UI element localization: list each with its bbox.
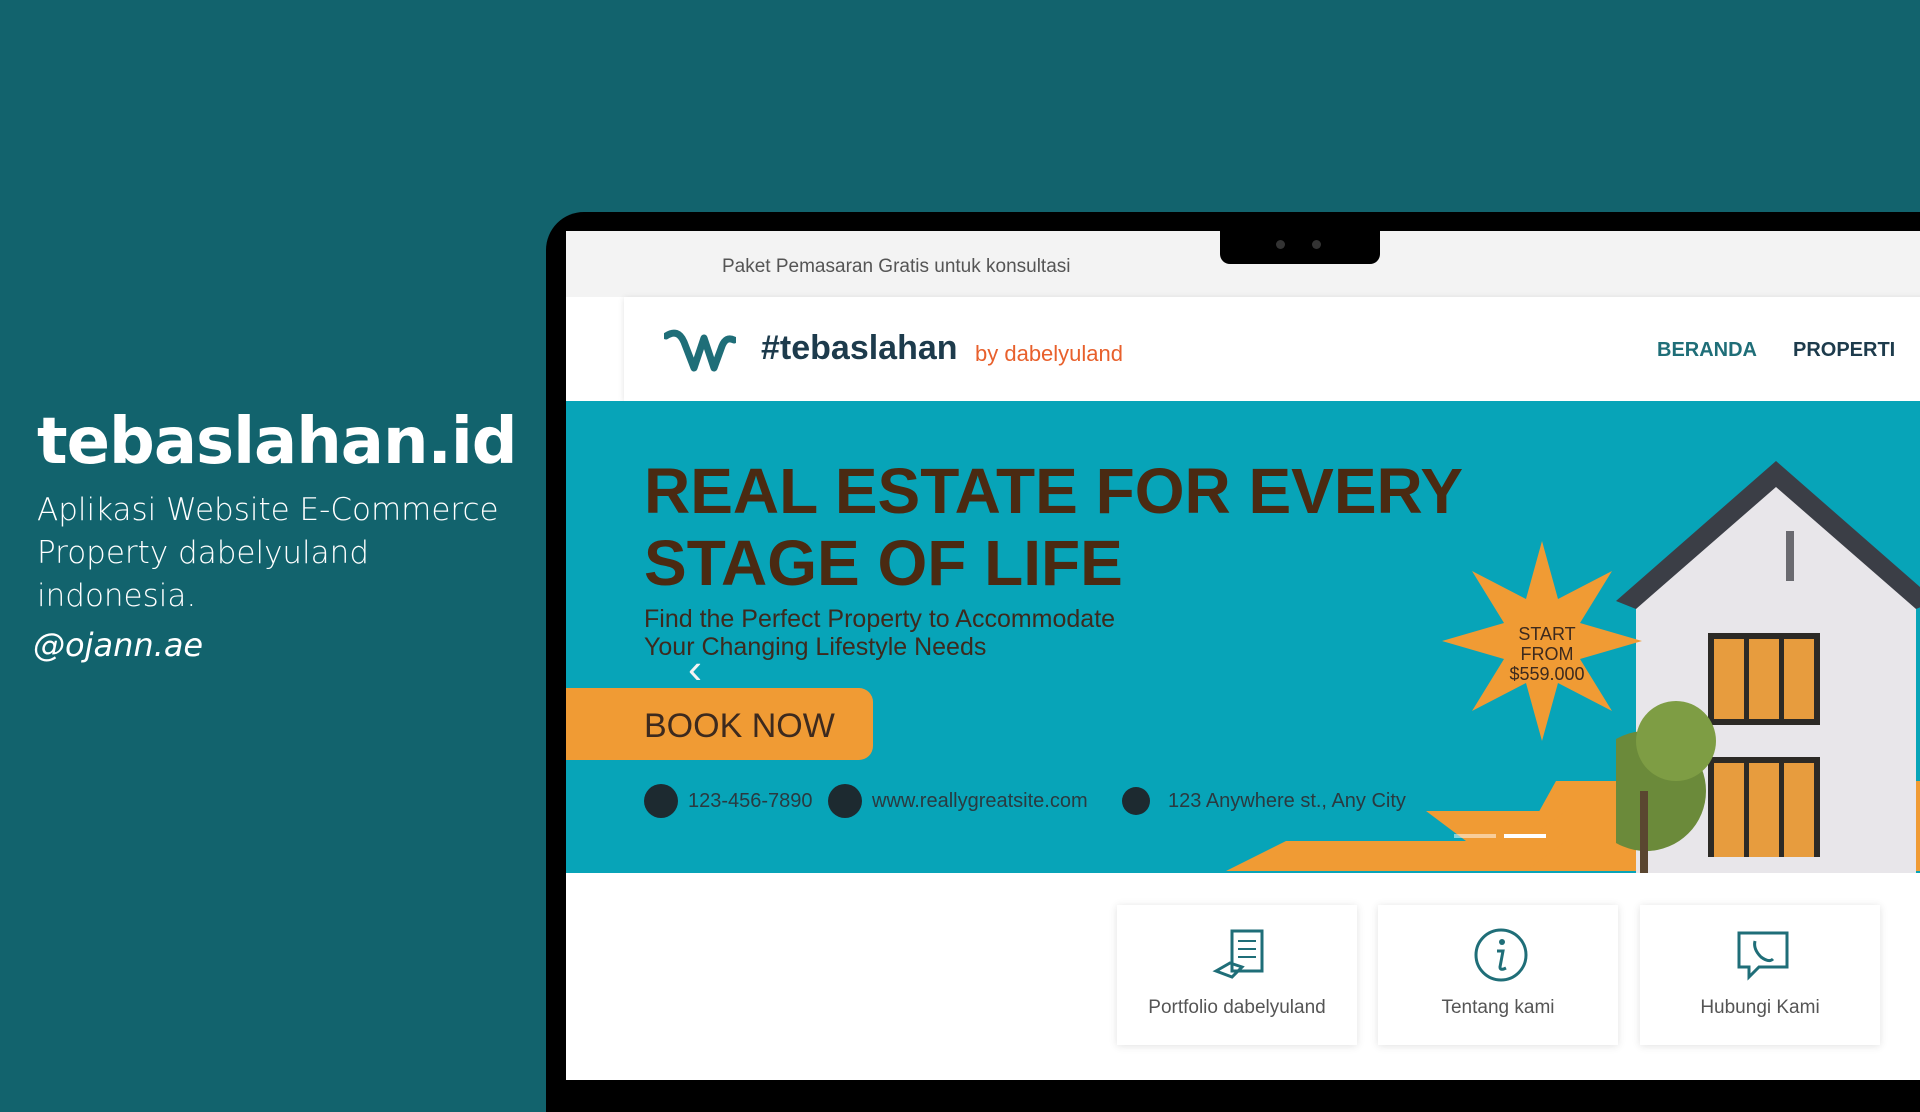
camera-dot xyxy=(1276,240,1285,249)
subheadline-line-2: Your Changing Lifestyle Needs xyxy=(644,633,987,661)
start-label: START xyxy=(1518,624,1576,644)
contact-phone: 123-456-7890 xyxy=(644,784,813,818)
start-price-badge: START FROM $559.000 xyxy=(1506,624,1588,684)
website-screen: Paket Pemasaran Gratis untuk konsultasi … xyxy=(566,231,1920,1080)
house-image xyxy=(1616,461,1920,873)
contact-address: 123 Anywhere st., Any City xyxy=(1122,784,1406,818)
author-handle: @ojann.ae xyxy=(33,626,204,664)
book-now-button[interactable]: BOOK NOW xyxy=(566,688,873,760)
intro-panel: tebaslahan.id Aplikasi Website E-Commerc… xyxy=(33,405,537,664)
subheadline-line-1: Find the Perfect Property to Accommodate xyxy=(644,605,1116,633)
card-portfolio-label: Portfolio dabelyuland xyxy=(1148,997,1326,1018)
orange-stripe-shape xyxy=(1226,841,1566,871)
device-notch xyxy=(1220,226,1380,264)
brand-logo-icon[interactable] xyxy=(664,322,736,377)
phone-number: 123-456-7890 xyxy=(688,789,813,812)
card-tentang-kami[interactable]: Tentang kami xyxy=(1378,905,1618,1045)
hero-subheadline: Find the Perfect Property to Accommodate… xyxy=(644,605,1115,661)
location-pin-icon xyxy=(1122,787,1150,815)
phone-chat-icon xyxy=(1737,931,1789,981)
portfolio-document-icon xyxy=(1212,929,1264,979)
feature-cards: Portfolio dabelyuland Tentang kami Hubun… xyxy=(566,905,1920,1045)
headline-line-2: STAGE OF LIFE xyxy=(644,527,1123,599)
from-label: FROM xyxy=(1520,644,1574,664)
carousel-indicator[interactable] xyxy=(1454,834,1496,838)
project-subtitle-line-1: Aplikasi Website E-Commerce xyxy=(37,492,499,528)
card-portfolio[interactable]: Portfolio dabelyuland xyxy=(1117,905,1357,1045)
project-subtitle-line-2: Property dabelyuland xyxy=(37,535,369,571)
phone-icon xyxy=(644,784,678,818)
headline-line-1: REAL ESTATE FOR EVERY xyxy=(644,455,1464,527)
camera-dot xyxy=(1312,240,1321,249)
brand-byline: by dabelyuland xyxy=(975,341,1124,366)
hero-headline: REAL ESTATE FOR EVERY STAGE OF LIFE xyxy=(644,455,1463,599)
nav-beranda[interactable]: BERANDA xyxy=(1657,339,1757,362)
hero-banner: REAL ESTATE FOR EVERY STAGE OF LIFE Find… xyxy=(566,401,1920,873)
start-price: $559.000 xyxy=(1509,664,1585,684)
card-hubungi-kami[interactable]: Hubungi Kami xyxy=(1640,905,1880,1045)
address-text: 123 Anywhere st., Any City xyxy=(1168,789,1406,812)
book-now-label: BOOK NOW xyxy=(644,707,835,745)
website-url: www.reallygreatsite.com xyxy=(872,789,1088,812)
project-subtitle-line-3: indonesia. xyxy=(37,578,197,614)
project-title: tebaslahan.id xyxy=(37,405,518,479)
contact-website: www.reallygreatsite.com xyxy=(828,784,1088,818)
globe-icon xyxy=(828,784,862,818)
card-tentang-kami-label: Tentang kami xyxy=(1441,997,1555,1018)
carousel-prev-icon[interactable]: ‹ xyxy=(688,645,702,693)
navbar: #tebaslahan by dabelyuland BERANDA PROPE… xyxy=(624,297,1920,401)
card-hubungi-kami-label: Hubungi Kami xyxy=(1700,997,1820,1018)
nav-properti[interactable]: PROPERTI xyxy=(1793,339,1895,362)
brand-name[interactable]: #tebaslahan xyxy=(761,329,958,368)
promo-text: Paket Pemasaran Gratis untuk konsultasi xyxy=(722,256,1071,277)
info-icon xyxy=(1474,928,1528,982)
carousel-indicator-active[interactable] xyxy=(1504,834,1546,838)
